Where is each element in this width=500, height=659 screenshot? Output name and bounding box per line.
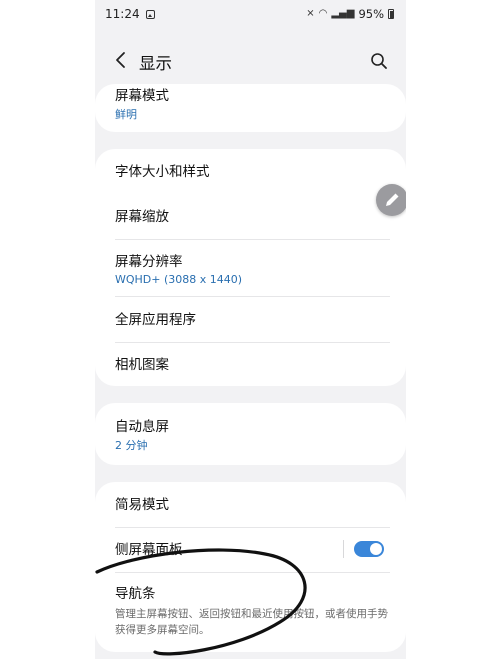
screen-timeout-item[interactable]: 自动息屏 2 分钟 <box>115 418 390 453</box>
advanced-display-card: 简易模式 侧屏幕面板 导航条 管理主屏幕按钮、返回按钮和最近使用按钮，或者使用手… <box>95 482 406 652</box>
page-title: 显示 <box>139 54 172 73</box>
display-options-card: 字体大小和样式 屏幕缩放 屏幕分辨率 WQHD+ (3088 x 1440) 全… <box>95 149 406 386</box>
font-size-style-label: 字体大小和样式 <box>115 164 210 180</box>
font-size-style-item[interactable]: 字体大小和样式 <box>115 163 390 181</box>
divider <box>115 527 390 528</box>
screen-zoom-label: 屏幕缩放 <box>115 209 169 225</box>
easy-mode-label: 简易模式 <box>115 497 169 513</box>
screen-zoom-item[interactable]: 屏幕缩放 <box>115 208 390 226</box>
status-left: 11:24 <box>105 7 155 21</box>
screen-mode-label: 屏幕模式 <box>115 88 169 104</box>
search-button[interactable] <box>368 50 390 72</box>
navigation-bar-item[interactable]: 导航条 管理主屏幕按钮、返回按钮和最近使用按钮，或者使用手势获得更多屏幕空间。 <box>115 585 390 638</box>
full-screen-apps-item[interactable]: 全屏应用程序 <box>115 311 390 329</box>
status-right: ⨯ ◠ ▂▄▆ 95% <box>306 7 394 21</box>
signal-icon: ▂▄▆ <box>331 8 355 19</box>
edit-floating-button[interactable] <box>376 184 406 216</box>
screen-timeout-label: 自动息屏 <box>115 419 169 435</box>
navigation-bar-description: 管理主屏幕按钮、返回按钮和最近使用按钮，或者使用手势获得更多屏幕空间。 <box>115 608 388 636</box>
search-icon <box>371 53 387 69</box>
edge-panels-toggle-wrap <box>343 540 384 558</box>
full-screen-apps-label: 全屏应用程序 <box>115 312 196 328</box>
navigation-bar-label: 导航条 <box>115 586 156 602</box>
screen-resolution-item[interactable]: 屏幕分辨率 WQHD+ (3088 x 1440) <box>115 253 390 287</box>
status-time: 11:24 <box>105 7 140 21</box>
screen-resolution-value: WQHD+ (3088 x 1440) <box>115 273 243 286</box>
divider <box>115 572 390 573</box>
camera-cutout-item[interactable]: 相机图案 <box>115 356 390 374</box>
screen-mode-card: 屏幕模式 鲜明 <box>95 84 406 132</box>
status-bar: 11:24 ⨯ ◠ ▂▄▆ 95% <box>95 0 406 28</box>
screen-mode-item[interactable]: 屏幕模式 鲜明 <box>115 87 390 122</box>
divider <box>115 239 390 240</box>
pencil-icon <box>386 193 399 206</box>
no-sound-icon: ⨯ <box>306 8 315 19</box>
easy-mode-item[interactable]: 简易模式 <box>115 496 390 514</box>
divider <box>115 296 390 297</box>
divider <box>115 342 390 343</box>
wifi-icon: ◠ <box>318 8 328 19</box>
chevron-left-icon <box>116 52 125 68</box>
app-header: 显示 <box>95 40 406 80</box>
back-button[interactable] <box>113 50 131 70</box>
screen-timeout-value: 2 分钟 <box>115 439 148 452</box>
screen-timeout-card: 自动息屏 2 分钟 <box>95 403 406 465</box>
battery-icon <box>388 9 394 19</box>
screen-mode-value: 鲜明 <box>115 108 137 121</box>
phone-screen: 11:24 ⨯ ◠ ▂▄▆ 95% 显示 屏幕模式 鲜明 字体大小和样式 屏幕缩… <box>95 0 406 659</box>
battery-percent: 95% <box>358 7 384 21</box>
toggle-separator <box>343 540 344 558</box>
edge-panels-toggle[interactable] <box>354 541 384 557</box>
screen-resolution-label: 屏幕分辨率 <box>115 254 183 270</box>
gallery-notification-icon <box>145 9 155 19</box>
camera-cutout-label: 相机图案 <box>115 357 169 373</box>
